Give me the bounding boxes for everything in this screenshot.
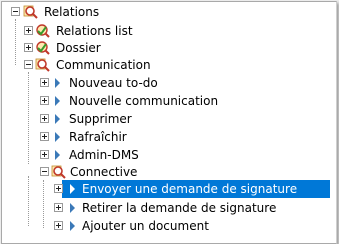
tree-node-label: Nouvelle communication [69,94,219,108]
tree-node-label: Dossier [56,41,101,55]
tree-node-label: Rafraîchir [69,130,127,144]
tree-node-ajouter-document[interactable]: Ajouter un document [2,217,336,235]
expand-toggle[interactable] [40,150,49,159]
tree-node-label: Envoyer une demande de signature [82,182,298,196]
magnifier-icon [51,165,66,179]
tree-node-label: Ajouter un document [82,219,209,233]
expand-toggle[interactable] [54,184,63,193]
collapse-toggle[interactable] [40,167,49,176]
tree-node-communication[interactable]: Communication [2,56,336,74]
tree-node-label: Relations [44,5,100,19]
arrow-icon [70,203,75,213]
tree-node-retirer-demande-signature[interactable]: Retirer la demande de signature [2,199,336,217]
tree-node-label: Connective [70,165,138,179]
tree-node-label: Supprimer [69,112,132,126]
magnifier-icon [36,24,50,38]
tree-node-admin-dms[interactable]: Admin-DMS [2,146,336,164]
arrow-icon [55,150,60,160]
tree-node-label: Admin-DMS [69,148,139,162]
collapse-toggle[interactable] [24,60,33,69]
tree-node-relations-list[interactable]: Relations list [2,22,336,40]
magnifier-icon [36,41,50,55]
arrow-icon [55,132,60,142]
tree-node-label: Communication [56,58,151,72]
magnifier-icon [35,58,50,72]
tree-node-dossier[interactable]: Dossier [2,39,336,57]
expand-toggle[interactable] [40,78,49,87]
arrow-icon [70,221,75,231]
tree-node-connective[interactable]: Connective [2,163,336,181]
expand-toggle[interactable] [40,96,49,105]
collapse-toggle[interactable] [11,7,20,16]
expand-toggle[interactable] [54,203,63,212]
arrow-icon [55,78,60,88]
expand-toggle[interactable] [40,114,49,123]
tree-node-label: Nouveau to-do [69,76,158,90]
tree-node-label: Relations list [56,24,133,38]
arrow-icon [55,96,60,106]
tree-panel: Relations Relations list Dossier Communi… [1,1,337,244]
relations-tree: Relations Relations list Dossier Communi… [2,2,336,243]
magnifier-icon [23,5,38,19]
tree-node-rafraichir[interactable]: Rafraîchir [2,128,336,146]
expand-toggle[interactable] [24,26,33,35]
expand-toggle[interactable] [54,221,63,230]
arrow-icon [70,184,75,194]
tree-node-nouveau-to-do[interactable]: Nouveau to-do [2,74,336,92]
expand-toggle[interactable] [40,132,49,141]
expand-toggle[interactable] [24,43,33,52]
tree-node-supprimer[interactable]: Supprimer [2,110,336,128]
tree-node-label: Retirer la demande de signature [82,201,277,215]
tree-node-nouvelle-communication[interactable]: Nouvelle communication [2,92,336,110]
arrow-icon [55,114,60,124]
tree-node-relations[interactable]: Relations [2,3,336,21]
tree-node-envoyer-demande-signature[interactable]: Envoyer une demande de signature [2,180,336,198]
